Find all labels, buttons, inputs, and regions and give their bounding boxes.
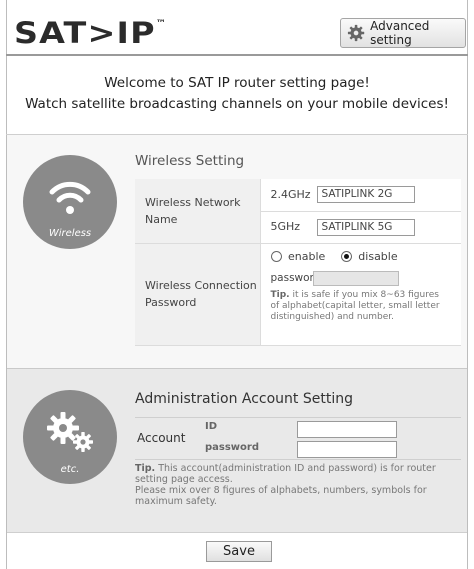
wireless-setting-title: Wireless Setting xyxy=(135,153,245,169)
save-bar: Save xyxy=(7,532,467,569)
wireless-settings-table: Wireless Network Name 2.4GHz SATIPLINK 2G… xyxy=(135,179,461,346)
account-label: Account xyxy=(137,431,186,445)
wireless-setting-section: Wireless Wireless Setting Wireless Netwo… xyxy=(7,135,467,368)
header: SAT>IP™ Advanced setting xyxy=(0,14,474,52)
admin-account-title: Administration Account Setting xyxy=(135,391,353,407)
id-label: ID xyxy=(205,421,218,432)
ssid-24-row: Wireless Network Name 2.4GHz SATIPLINK 2G xyxy=(135,179,461,244)
ssid-24-cell: 2.4GHz SATIPLINK 2G xyxy=(260,179,461,212)
password-cell: enable disable password Tip. it is safe … xyxy=(260,243,461,346)
admin-tip: Tip. This account(administration ID and … xyxy=(135,463,461,507)
ssid-5-input[interactable]: SATIPLINK 5G xyxy=(316,218,415,236)
password-label: password xyxy=(270,272,321,284)
disable-label: disable xyxy=(358,249,398,263)
ssid-5-cell: 5GHz SATIPLINK 5G xyxy=(260,211,461,244)
welcome-message: Welcome to SAT IP router setting page! W… xyxy=(6,73,468,115)
admin-password-input[interactable] xyxy=(297,441,397,458)
admin-tip-title: Tip. xyxy=(135,463,156,474)
admin-account-section: etc. Administration Account Setting Acco… xyxy=(7,369,467,532)
wireless-tip-text: it is safe if you mix 8~63 figures of al… xyxy=(270,289,440,322)
admin-tip-underline xyxy=(135,459,461,460)
wireless-network-name-label: Wireless Network Name xyxy=(135,179,261,244)
wireless-icon-circle: Wireless xyxy=(23,155,117,249)
wireless-tip: Tip. it is safe if you mix 8~63 figures … xyxy=(271,290,447,323)
password-row: Wireless Connection Password enable disa… xyxy=(135,243,461,346)
band-5-label: 5GHz xyxy=(270,220,301,233)
admin-tip-line-2: Please mix over 8 figures of alphabets, … xyxy=(135,485,427,507)
admin-title-underline xyxy=(135,417,461,418)
advanced-setting-label: Advanced setting xyxy=(370,19,430,47)
welcome-line-2: Watch satellite broadcasting channels on… xyxy=(25,96,449,112)
band-24-label: 2.4GHz xyxy=(270,187,311,201)
etc-icon-circle: etc. xyxy=(23,390,117,484)
welcome-line-1: Welcome to SAT IP router setting page! xyxy=(104,75,370,91)
disable-radio[interactable] xyxy=(340,251,352,262)
save-button[interactable]: Save xyxy=(206,541,272,562)
wireless-connection-password-label: Wireless Connection Password xyxy=(135,243,261,346)
wireless-tip-title: Tip. xyxy=(270,289,290,300)
etc-icon-label: etc. xyxy=(60,464,80,475)
enable-radio[interactable] xyxy=(270,251,282,262)
advanced-setting-button[interactable]: Advanced setting xyxy=(340,18,466,48)
wireless-password-input[interactable] xyxy=(312,270,399,286)
admin-id-input[interactable] xyxy=(297,421,397,438)
gear-icon xyxy=(347,24,365,42)
header-divider xyxy=(6,54,468,56)
admin-tip-line-1: This account(administration ID and passw… xyxy=(135,463,436,485)
wireless-icon-label: Wireless xyxy=(48,228,92,239)
enable-label: enable xyxy=(288,249,326,263)
ssid-24-input[interactable]: SATIPLINK 2G xyxy=(316,186,415,204)
sat-ip-logo: SAT>IP™ xyxy=(14,16,168,50)
admin-password-label: password xyxy=(205,442,260,453)
